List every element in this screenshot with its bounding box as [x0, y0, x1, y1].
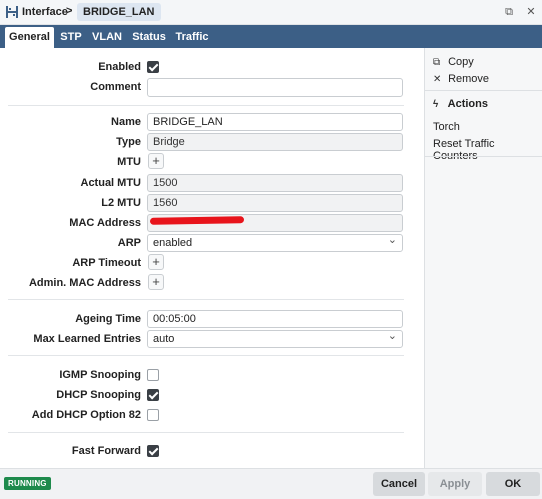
tab-vlan[interactable]: VLAN — [89, 27, 125, 48]
remove-icon: ✕ — [433, 74, 442, 85]
name-label: Name — [111, 116, 141, 128]
reset-traffic-counters-action[interactable]: Reset Traffic Counters — [433, 138, 542, 162]
ageing-time-label: Ageing Time — [75, 313, 141, 325]
window-title: Interface — [22, 6, 68, 18]
arp-select[interactable]: enabled — [147, 232, 403, 252]
dhcp-option82-checkbox[interactable] — [147, 409, 159, 421]
l2-mtu-field: 1560 — [147, 194, 403, 212]
sidebar-divider — [425, 90, 542, 91]
max-learned-entries-select[interactable]: auto — [147, 328, 403, 348]
copy-label: Copy — [448, 56, 474, 68]
name-field[interactable]: BRIDGE_LAN — [147, 113, 403, 131]
actions-icon: ϟ — [433, 99, 439, 110]
admin-mac-label: Admin. MAC Address — [28, 277, 141, 289]
tab-status[interactable]: Status — [130, 27, 168, 48]
interface-icon — [6, 6, 18, 18]
type-label: Type — [116, 136, 141, 148]
section-divider — [8, 355, 404, 356]
status-badge: RUNNING — [4, 477, 51, 490]
actions-heading-label: Actions — [447, 98, 488, 110]
mac-address-label: MAC Address — [69, 217, 141, 229]
arp-timeout-add-button[interactable]: + — [148, 254, 164, 270]
type-field: Bridge — [147, 133, 403, 151]
l2-mtu-label: L2 MTU — [101, 197, 141, 209]
actual-mtu-field: 1500 — [147, 174, 403, 192]
breadcrumb-item-name: BRIDGE_LAN — [77, 3, 161, 21]
admin-mac-add-button[interactable]: + — [148, 274, 164, 290]
dhcp-snooping-label: DHCP Snooping — [56, 389, 141, 401]
tab-traffic[interactable]: Traffic — [172, 27, 212, 48]
cancel-button[interactable]: Cancel — [373, 472, 425, 496]
action-sidebar: ⧉ Copy ✕ Remove ϟ Actions Torch Reset Tr… — [424, 48, 542, 468]
mtu-add-button[interactable]: + — [148, 153, 164, 169]
max-learned-entries-label: Max Learned Entries — [33, 333, 141, 345]
breadcrumb-separator: > — [66, 5, 73, 17]
igmp-snooping-checkbox[interactable] — [147, 369, 159, 381]
sidebar-divider — [425, 156, 542, 157]
dhcp-snooping-checkbox[interactable] — [147, 389, 159, 401]
ok-button[interactable]: OK — [486, 472, 540, 496]
remove-label: Remove — [448, 73, 490, 85]
enabled-checkbox[interactable] — [147, 61, 159, 73]
comment-field[interactable] — [147, 78, 403, 97]
fast-forward-label: Fast Forward — [71, 445, 141, 457]
actual-mtu-label: Actual MTU — [80, 177, 142, 189]
dhcp-option82-label: Add DHCP Option 82 — [31, 409, 141, 421]
window-titlebar: Interface > BRIDGE_LAN ⧉ ✕ — [0, 0, 542, 25]
torch-action[interactable]: Torch — [433, 121, 460, 133]
arp-timeout-label: ARP Timeout — [72, 257, 141, 269]
igmp-snooping-label: IGMP Snooping — [59, 369, 141, 381]
ageing-time-field[interactable]: 00:05:00 — [147, 310, 403, 328]
comment-label: Comment — [90, 81, 141, 93]
remove-action[interactable]: ✕ Remove — [433, 73, 489, 85]
apply-button[interactable]: Apply — [428, 472, 482, 496]
tab-general[interactable]: General — [5, 27, 54, 48]
section-divider — [8, 299, 404, 300]
general-form: Enabled Comment Name BRIDGE_LAN Type Bri… — [0, 48, 424, 468]
fast-forward-checkbox[interactable] — [147, 445, 159, 457]
mtu-label: MTU — [117, 156, 141, 168]
close-window-icon[interactable]: ✕ — [523, 4, 539, 20]
copy-icon: ⧉ — [433, 57, 441, 68]
actions-heading: ϟ Actions — [433, 98, 488, 110]
tab-stp[interactable]: STP — [57, 27, 85, 48]
restore-window-icon[interactable]: ⧉ — [501, 4, 517, 20]
section-divider — [8, 105, 404, 106]
dialog-footer: RUNNING Cancel Apply OK — [0, 468, 542, 499]
enabled-label: Enabled — [98, 61, 141, 73]
copy-action[interactable]: ⧉ Copy — [433, 56, 474, 68]
arp-label: ARP — [117, 237, 141, 249]
section-divider — [8, 432, 404, 433]
